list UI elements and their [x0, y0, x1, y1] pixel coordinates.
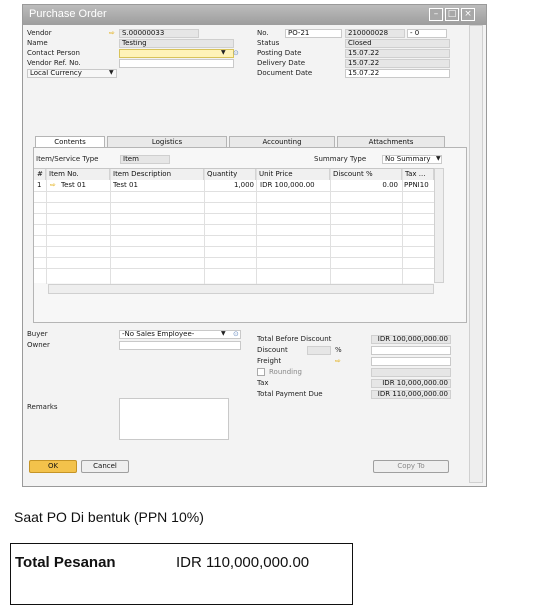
- posting-date-field[interactable]: 15.07.22: [345, 49, 450, 58]
- status-field: Closed: [345, 39, 450, 48]
- col-header-discount[interactable]: Discount %: [330, 169, 402, 180]
- total-pesanan-value: IDR 110,000,000.00: [176, 554, 310, 571]
- grid-divider: [34, 202, 434, 203]
- doc-suffix-field[interactable]: - 0: [407, 29, 447, 38]
- col-header-quantity[interactable]: Quantity: [204, 169, 256, 180]
- maximize-icon[interactable]: □: [445, 8, 459, 21]
- rounding-label: Rounding: [269, 368, 302, 376]
- owner-label: Owner: [27, 341, 50, 349]
- contact-person-field[interactable]: [119, 49, 234, 58]
- ok-button[interactable]: OK: [29, 460, 77, 473]
- tax-label: Tax: [257, 379, 269, 387]
- freight-field[interactable]: [371, 357, 451, 366]
- chevron-down-icon[interactable]: ▼: [109, 69, 114, 76]
- total-pesanan-box: Total Pesanan IDR 110,000,000.00: [10, 543, 353, 605]
- vendor-field[interactable]: S.00000033: [119, 29, 199, 38]
- total-before-discount-label: Total Before Discount: [257, 335, 332, 343]
- grid-divider: [34, 191, 434, 192]
- contact-person-label: Contact Person: [27, 49, 80, 57]
- grid-divider: [110, 169, 111, 284]
- col-header-item-no[interactable]: Item No.: [46, 169, 110, 180]
- total-payment-due-field: IDR 110,000,000.00: [371, 390, 451, 399]
- total-before-discount-field: IDR 100,000,000.00: [371, 335, 451, 344]
- delivery-date-label: Delivery Date: [257, 59, 306, 67]
- total-payment-due-label: Total Payment Due: [257, 390, 323, 398]
- vendor-label: Vendor: [27, 29, 52, 37]
- contents-panel: Item/Service Type Item Summary Type No S…: [33, 147, 467, 323]
- percent-sign: %: [335, 346, 342, 354]
- summary-type-select[interactable]: No Summary: [382, 155, 442, 164]
- grid-divider: [34, 268, 434, 269]
- row-discount[interactable]: 0.00: [330, 180, 398, 191]
- contents-grid: # Item No. Item Description Quantity Uni…: [34, 168, 434, 284]
- name-field[interactable]: Testing: [119, 39, 234, 48]
- grid-divider: [34, 213, 434, 214]
- item-service-type-label: Item/Service Type: [36, 155, 99, 163]
- grid-horizontal-scrollbar[interactable]: [48, 284, 434, 294]
- grid-divider: [34, 224, 434, 225]
- summary-type-label: Summary Type: [314, 155, 367, 163]
- posting-date-label: Posting Date: [257, 49, 302, 57]
- row-quantity[interactable]: 1,000: [204, 180, 254, 191]
- chevron-down-icon[interactable]: ▼: [221, 49, 226, 56]
- grid-divider: [34, 257, 434, 258]
- row-description[interactable]: Test 01: [113, 180, 138, 191]
- col-header-unit-price[interactable]: Unit Price: [256, 169, 330, 180]
- col-header-description[interactable]: Item Description: [110, 169, 204, 180]
- remarks-textarea[interactable]: [119, 398, 229, 440]
- info-circle-icon[interactable]: ⊙: [233, 49, 239, 57]
- tax-field: IDR 10,000,000.00: [371, 379, 451, 388]
- vendor-ref-label: Vendor Ref. No.: [27, 59, 81, 67]
- doc-number-field[interactable]: 210000028: [345, 29, 405, 38]
- freight-label: Freight: [257, 357, 282, 365]
- currency-select[interactable]: Local Currency: [27, 69, 117, 78]
- row-item-no[interactable]: Test 01: [61, 180, 86, 191]
- name-label: Name: [27, 39, 48, 47]
- discount-percent-field[interactable]: [307, 346, 331, 355]
- row-tax[interactable]: PPNI10: [404, 180, 429, 191]
- info-circle-icon[interactable]: ⊙: [233, 330, 239, 338]
- vendor-ref-field[interactable]: [119, 59, 234, 68]
- row-unit-price[interactable]: IDR 100,000.00: [260, 180, 315, 191]
- window-title: Purchase Order: [29, 8, 107, 20]
- link-arrow-icon[interactable]: ⇨: [335, 357, 341, 365]
- grid-divider: [256, 169, 257, 284]
- close-icon[interactable]: ×: [461, 8, 475, 21]
- grid-divider: [34, 235, 434, 236]
- document-date-label: Document Date: [257, 69, 313, 77]
- rounding-checkbox[interactable]: [257, 368, 265, 376]
- chevron-down-icon[interactable]: ▼: [221, 330, 226, 337]
- grid-vertical-scrollbar[interactable]: [434, 168, 444, 283]
- caption-text: Saat PO Di bentuk (PPN 10%): [14, 509, 204, 525]
- cancel-button[interactable]: Cancel: [81, 460, 129, 473]
- document-date-field[interactable]: 15.07.22: [345, 69, 450, 78]
- grid-divider: [34, 246, 434, 247]
- title-bar: Purchase Order – □ ×: [23, 5, 486, 25]
- col-header-tax[interactable]: Tax ...: [402, 169, 434, 180]
- minimize-icon[interactable]: –: [429, 8, 443, 21]
- discount-amount-field[interactable]: [371, 346, 451, 355]
- no-label: No.: [257, 29, 269, 37]
- currency-label: Local Currency: [30, 69, 82, 77]
- row-num: 1: [37, 181, 42, 189]
- purchase-order-window: Purchase Order – □ × Vendor ⇨ S.00000033…: [22, 4, 487, 487]
- series-select[interactable]: PO-21: [285, 29, 342, 38]
- status-label: Status: [257, 39, 280, 47]
- discount-label: Discount: [257, 346, 288, 354]
- grid-divider: [46, 169, 47, 284]
- copy-to-button[interactable]: Copy To: [373, 460, 449, 473]
- col-header-num[interactable]: #: [34, 169, 46, 180]
- grid-divider: [402, 169, 403, 284]
- owner-field[interactable]: [119, 341, 241, 350]
- chevron-down-icon[interactable]: ▼: [436, 155, 441, 162]
- delivery-date-field[interactable]: 15.07.22: [345, 59, 450, 68]
- remarks-label: Remarks: [27, 403, 58, 411]
- window-scrollbar[interactable]: [469, 25, 483, 483]
- total-pesanan-label: Total Pesanan: [15, 554, 116, 571]
- item-service-type-field[interactable]: Item: [120, 155, 170, 164]
- link-arrow-icon[interactable]: ⇨: [50, 180, 56, 191]
- link-arrow-icon[interactable]: ⇨: [109, 29, 115, 37]
- buyer-label: Buyer: [27, 330, 48, 338]
- rounding-field: [371, 368, 451, 377]
